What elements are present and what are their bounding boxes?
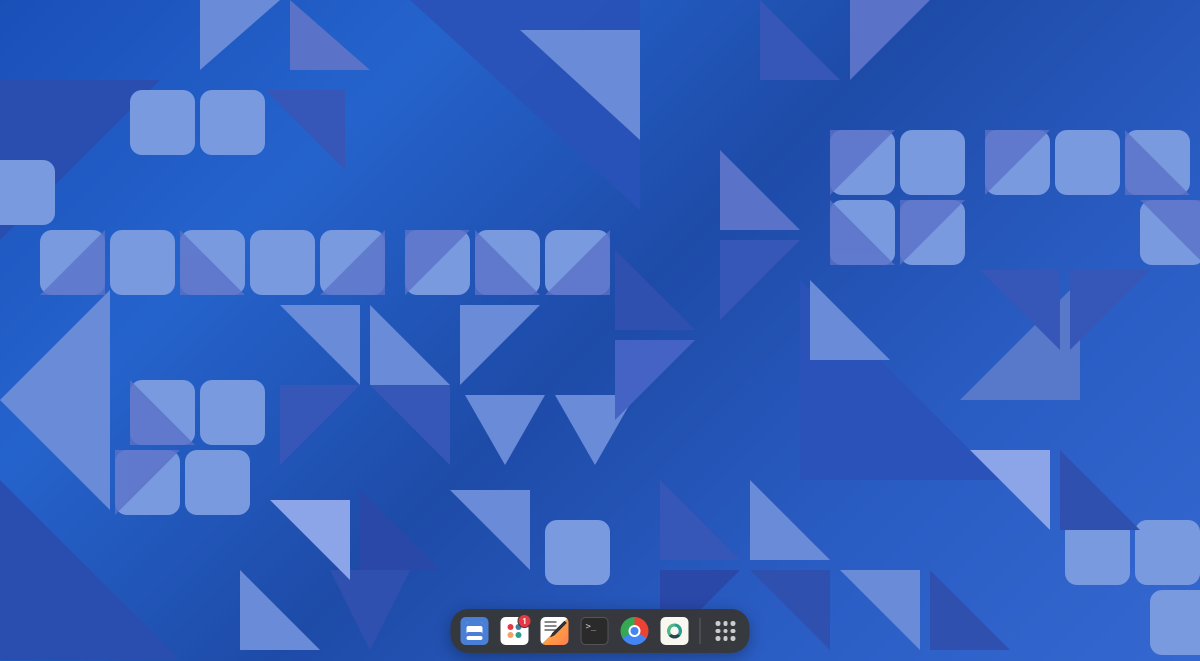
wallpaper-background xyxy=(0,0,1200,661)
text-editor-icon xyxy=(541,617,569,645)
notification-badge: 1 xyxy=(518,614,532,628)
app-grid-icon xyxy=(712,617,740,645)
desktop[interactable]: 1 xyxy=(0,0,1200,661)
taskbar-files[interactable] xyxy=(458,614,492,648)
taskbar-software-center[interactable]: 1 xyxy=(498,614,532,648)
taskbar-separator xyxy=(700,618,701,644)
taskbar-trash[interactable] xyxy=(658,614,692,648)
terminal-icon xyxy=(581,617,609,645)
trash-icon xyxy=(661,617,689,645)
taskbar-terminal[interactable] xyxy=(578,614,612,648)
taskbar-text-editor[interactable] xyxy=(538,614,572,648)
chrome-icon xyxy=(621,617,649,645)
software-center-icon: 1 xyxy=(501,617,529,645)
wallpaper-svg xyxy=(0,0,1200,661)
taskbar: 1 xyxy=(451,609,750,653)
file-manager-icon xyxy=(461,617,489,645)
taskbar-app-grid[interactable] xyxy=(709,614,743,648)
taskbar-chrome[interactable] xyxy=(618,614,652,648)
